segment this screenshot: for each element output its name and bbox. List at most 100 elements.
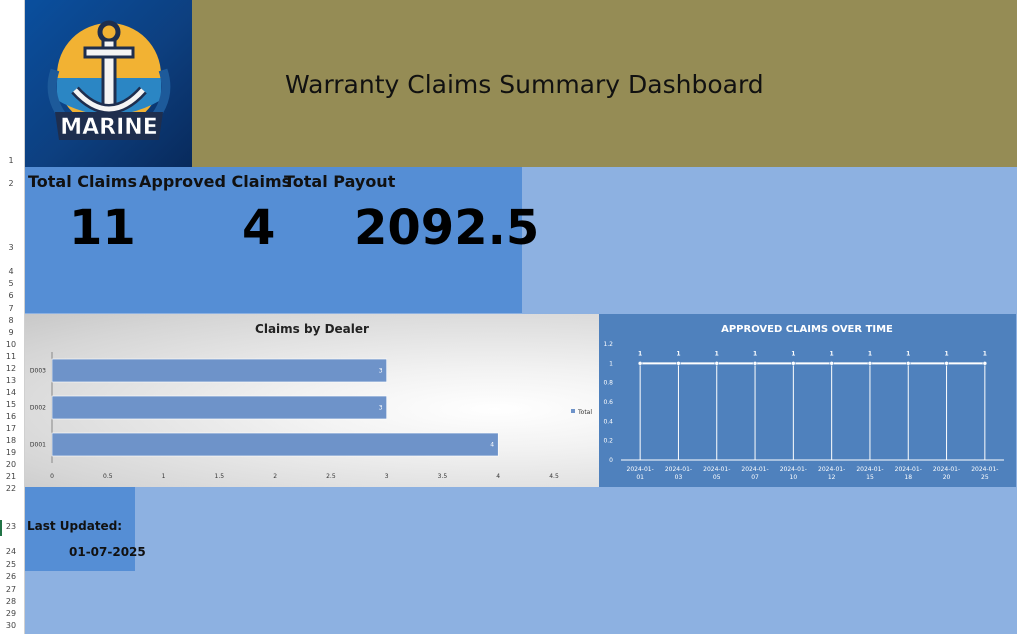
point-data-label: 1 — [906, 350, 910, 357]
approved-claims-over-time-chart[interactable]: APPROVED CLAIMS OVER TIME 0 0.2 0.4 0.6 0.8 1… — [599, 314, 1016, 487]
y-tick-label: 0 — [609, 457, 613, 464]
bar-d003[interactable] — [51, 358, 387, 383]
kpi-label-approved-claims: Approved Claims — [139, 172, 292, 191]
x-tick-label: 2.5 — [326, 473, 336, 480]
data-point[interactable] — [676, 361, 681, 366]
marine-logo: MARINE — [25, 0, 192, 167]
x-tick-label: 10 — [790, 474, 798, 481]
dashboard-title: Warranty Claims Summary Dashboard — [285, 70, 764, 99]
row-number-5[interactable]: 5 — [0, 279, 22, 288]
row-number-22[interactable]: 22 — [0, 484, 22, 493]
x-tick-label: 2024-01- — [627, 466, 654, 473]
x-tick-label: 05 — [713, 474, 721, 481]
row-number-27[interactable]: 27 — [0, 585, 22, 594]
data-point[interactable] — [867, 361, 873, 366]
legend-swatch-total — [571, 409, 575, 413]
data-point[interactable] — [906, 361, 911, 366]
x-tick-label: 20 — [943, 474, 951, 481]
data-point[interactable] — [982, 361, 988, 366]
chart-title: Claims by Dealer — [255, 322, 369, 336]
data-point[interactable] — [791, 361, 796, 366]
row-number-23[interactable]: 23 — [0, 522, 22, 531]
x-tick-label: 2 — [273, 473, 277, 480]
kpi-value-total-payout: 2092.5 — [354, 200, 540, 256]
y-tick-label: 0.4 — [603, 418, 613, 425]
bar-d002[interactable] — [51, 395, 387, 420]
last-updated-label: Last Updated: — [27, 519, 123, 533]
row-number-21[interactable]: 21 — [0, 472, 22, 481]
row-number-12[interactable]: 12 — [0, 364, 22, 373]
row-number-28[interactable]: 28 — [0, 597, 22, 606]
row-number-9[interactable]: 9 — [0, 328, 22, 337]
bar-d001[interactable] — [51, 432, 499, 457]
row-number-10[interactable]: 10 — [0, 340, 22, 349]
row-number-24[interactable]: 24 — [0, 547, 22, 556]
x-tick-label: 2024-01- — [971, 466, 998, 473]
row-number-20[interactable]: 20 — [0, 460, 22, 469]
data-point[interactable] — [637, 361, 643, 366]
row-number-4[interactable]: 4 — [0, 267, 22, 276]
category-label: D003 — [30, 368, 46, 375]
approved-claims-svg: APPROVED CLAIMS OVER TIME 0 0.2 0.4 0.6 0.8 1… — [603, 324, 1004, 481]
x-tick-label: 3 — [385, 473, 389, 480]
data-point[interactable] — [829, 361, 834, 366]
row-number-14[interactable]: 14 — [0, 388, 22, 397]
x-tick-label: 3.5 — [438, 473, 448, 480]
x-tick-label: 2024-01- — [933, 466, 960, 473]
y-tick-label: 0.2 — [603, 438, 613, 445]
active-row-indicator — [0, 520, 2, 536]
row-number-15[interactable]: 15 — [0, 400, 22, 409]
claims-by-dealer-chart[interactable]: Claims by Dealer 0 0.5 1 1.5 2 2.5 3 3.5 4 4.5 4 D0… — [25, 314, 599, 487]
row-number-17[interactable]: 17 — [0, 424, 22, 433]
claims-by-dealer-svg: Claims by Dealer 0 0.5 1 1.5 2 2.5 3 3.5 4 4.5 4 D0… — [30, 322, 592, 480]
row-number-3[interactable]: 3 — [0, 243, 22, 252]
data-point[interactable] — [714, 361, 719, 366]
x-tick-label: 01 — [636, 474, 644, 481]
x-tick-label: 0 — [50, 473, 54, 480]
bar-data-label: 3 — [379, 368, 383, 375]
y-tick-label: 0.6 — [603, 399, 613, 406]
x-tick-label: 2024-01- — [703, 466, 730, 473]
row-number-13[interactable]: 13 — [0, 376, 22, 385]
row-number-2[interactable]: 2 — [0, 179, 22, 188]
bar-data-label: 3 — [379, 405, 383, 412]
row-number-30[interactable]: 30 — [0, 621, 22, 630]
x-tick-label: 2024-01- — [895, 466, 922, 473]
x-tick-label: 4 — [496, 473, 500, 480]
y-tick-label: 1 — [609, 360, 613, 367]
point-data-label: 1 — [868, 350, 872, 357]
row-number-6[interactable]: 6 — [0, 291, 22, 300]
data-point[interactable] — [752, 361, 758, 366]
kpi-label-total-claims: Total Claims — [28, 172, 137, 191]
point-data-label: 1 — [638, 350, 642, 357]
row-number-16[interactable]: 16 — [0, 412, 22, 421]
point-data-label: 1 — [753, 350, 757, 357]
row-number-26[interactable]: 26 — [0, 572, 22, 581]
x-tick-label: 1 — [162, 473, 166, 480]
category-label: D001 — [30, 442, 46, 449]
x-tick-label: 07 — [751, 474, 759, 481]
row-number-7[interactable]: 7 — [0, 304, 22, 313]
x-tick-label: 18 — [904, 474, 912, 481]
x-tick-label: 2024-01- — [856, 466, 883, 473]
x-tick-label: 2024-01- — [665, 466, 692, 473]
x-tick-label: 12 — [828, 474, 836, 481]
row-number-25[interactable]: 25 — [0, 560, 22, 569]
row-number-1[interactable]: 1 — [0, 156, 22, 165]
row-header-gutter[interactable]: 1 2 3 4 5 6 7 8 9 10 11 12 13 14 15 16 17 18 19 20 21 22 23 24 2… — [0, 0, 25, 634]
x-tick-label: 0.5 — [103, 473, 113, 480]
x-tick-label: 25 — [981, 474, 989, 481]
data-point[interactable] — [944, 361, 949, 366]
row-number-8[interactable]: 8 — [0, 316, 22, 325]
x-tick-label: 2024-01- — [818, 466, 845, 473]
row-number-18[interactable]: 18 — [0, 436, 22, 445]
kpi-value-total-claims: 11 — [69, 200, 136, 256]
row-number-19[interactable]: 19 — [0, 448, 22, 457]
point-data-label: 1 — [830, 350, 834, 357]
last-updated-date: 01-07-2025 — [69, 545, 146, 559]
logo-text: MARINE — [60, 115, 158, 140]
bar-data-label: 4 — [490, 442, 494, 449]
row-number-11[interactable]: 11 — [0, 352, 22, 361]
row-number-29[interactable]: 29 — [0, 609, 22, 618]
category-label: D002 — [30, 405, 46, 412]
